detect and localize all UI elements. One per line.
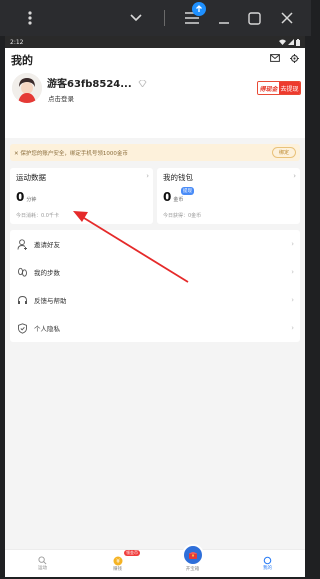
card-title: 我的钱包 xyxy=(163,173,193,182)
battery-icon xyxy=(296,38,300,46)
toolbar-divider xyxy=(164,10,165,26)
tab-label: 我的 xyxy=(263,566,272,571)
chevron-right-icon: › xyxy=(291,240,294,248)
gear-icon[interactable] xyxy=(290,54,299,63)
status-bar: 2:12 xyxy=(5,36,305,48)
chevron-right-icon: › xyxy=(291,324,294,332)
menu-item-invite[interactable]: 邀请好友 › xyxy=(10,230,300,258)
tab-mine[interactable]: 我的 xyxy=(230,550,305,577)
menu-label: 个人隐私 xyxy=(34,325,60,333)
tab-label: 运动 xyxy=(38,566,47,571)
promo-label: 得现金 xyxy=(258,82,279,94)
page-title: 我的 xyxy=(11,54,33,67)
tab-label: 赚钱 xyxy=(113,566,122,572)
tab-earn[interactable]: 领金币 ¥ 赚钱 xyxy=(80,550,155,577)
tab-label: 开宝箱 xyxy=(185,566,200,572)
chevron-right-icon: › xyxy=(146,172,149,180)
chevron-right-icon: › xyxy=(291,268,294,276)
menu-item-steps[interactable]: 我的步数 › xyxy=(10,258,300,286)
card-subtext: 今日消耗：0.0千卡 xyxy=(16,213,59,219)
headset-icon xyxy=(16,294,28,306)
menu-label: 邀请好友 xyxy=(34,241,60,249)
svg-text:¥: ¥ xyxy=(116,558,120,565)
run-icon xyxy=(38,556,47,565)
username[interactable]: 游客63fb8524... xyxy=(47,75,147,90)
card-subtext: 今日获得：0金币 xyxy=(163,213,202,219)
chest-icon xyxy=(181,543,204,566)
chevron-right-icon: › xyxy=(293,172,296,180)
menu-label: 反馈与帮助 xyxy=(34,297,67,305)
bind-phone-notice: ✕ 保护您的账户安全，绑定手机号领1000金币 绑定 xyxy=(10,144,300,161)
more-vert-icon[interactable] xyxy=(18,6,42,30)
bottom-nav: 运动 领金币 ¥ 赚钱 开宝箱 我的 xyxy=(5,543,305,577)
nav-badge: 领金币 xyxy=(124,550,140,556)
status-time: 2:12 xyxy=(10,38,24,46)
phone-screen: 2:12 我的 游客63fb8524... 点击登录 得现金 去提现 ✕ 保护您… xyxy=(5,36,305,577)
menu-item-feedback[interactable]: 反馈与帮助 › xyxy=(10,286,300,314)
mail-icon[interactable] xyxy=(270,54,280,62)
avatar[interactable] xyxy=(12,73,42,103)
close-icon[interactable] xyxy=(275,6,299,30)
card-value: 0 分钟 xyxy=(16,190,37,204)
diamond-icon xyxy=(138,79,147,88)
minimize-icon[interactable] xyxy=(212,6,236,30)
summary-cards: 运动数据 › 0 分钟 今日消耗：0.0千卡 我的钱包 › 提现 0 金币 今日获得… xyxy=(5,168,305,224)
exercise-data-card[interactable]: 运动数据 › 0 分钟 今日消耗：0.0千卡 xyxy=(10,168,153,224)
coin-icon: ¥ xyxy=(113,556,122,565)
cash-promo-button[interactable]: 得现金 去提现 xyxy=(257,81,301,95)
tab-exercise[interactable]: 运动 xyxy=(5,550,80,577)
menu-item-privacy[interactable]: 个人隐私 › xyxy=(10,314,300,342)
chevron-right-icon: › xyxy=(291,296,294,304)
chevron-down-icon[interactable] xyxy=(124,6,148,30)
profile-icon xyxy=(263,556,272,565)
upload-icon[interactable] xyxy=(192,2,206,16)
login-hint[interactable]: 点击登录 xyxy=(48,93,74,103)
shield-icon xyxy=(16,322,28,334)
profile-header: 我的 游客63fb8524... 点击登录 得现金 去提现 xyxy=(5,48,305,138)
tab-treasure-chest[interactable]: 开宝箱 xyxy=(155,543,230,577)
settings-menu: 邀请好友 › 我的步数 › 反馈与帮助 › 个人隐私 › xyxy=(10,230,300,342)
notice-text: ✕ 保护您的账户安全，绑定手机号领1000金币 xyxy=(14,150,128,157)
wifi-icon xyxy=(279,39,286,45)
card-title: 运动数据 xyxy=(16,173,46,182)
signal-icon xyxy=(288,39,294,45)
promo-action: 去提现 xyxy=(279,82,300,94)
emulator-toolbar xyxy=(0,0,311,36)
wallet-card[interactable]: 我的钱包 › 提现 0 金币 今日获得：0金币 xyxy=(157,168,300,224)
footprint-icon xyxy=(16,266,28,278)
bind-phone-button[interactable]: 绑定 xyxy=(271,147,296,158)
menu-label: 我的步数 xyxy=(34,269,60,277)
card-value: 0 金币 xyxy=(163,190,184,204)
maximize-icon[interactable] xyxy=(242,6,266,30)
user-add-icon xyxy=(16,238,28,250)
